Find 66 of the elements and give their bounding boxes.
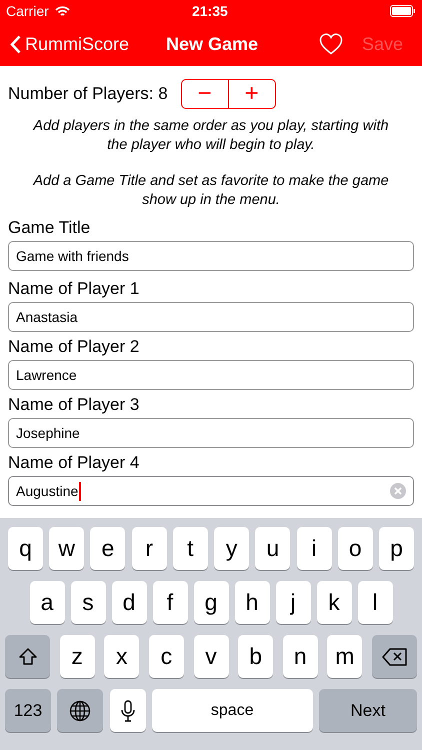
letter-key[interactable]: b [238,635,274,678]
letter-key[interactable]: x [104,635,140,678]
letter-key[interactable]: h [234,581,270,624]
globe-key[interactable] [57,689,104,732]
letter-key[interactable]: e [90,527,126,570]
globe-icon [69,700,92,722]
input-field[interactable]: Josephine [8,418,414,448]
shift-key[interactable] [5,635,50,678]
letter-key[interactable]: z [60,635,95,678]
input-field[interactable]: Lawrence [8,360,414,390]
field-label: Name of Player 3 [8,394,140,416]
increment-button[interactable]: + [228,80,275,108]
microphone-key[interactable] [110,689,146,732]
field-label: Name of Player 4 [8,452,140,474]
clock-time: 21:35 [190,2,229,20]
text-cursor [79,482,82,500]
letter-key[interactable]: d [112,581,146,624]
field-value: Anastasia [16,308,78,326]
letter-key[interactable]: r [132,527,167,570]
field-value: Lawrence [16,366,77,384]
chevron-left-icon [10,34,21,54]
space-key[interactable]: space [152,689,313,732]
battery-icon [390,5,416,17]
backspace-key[interactable] [372,635,417,678]
input-field[interactable]: Augustine [8,476,414,506]
heart-icon[interactable] [318,33,343,55]
letter-key[interactable]: k [316,581,352,624]
letter-key[interactable]: g [194,581,228,624]
letter-key[interactable]: t [172,527,208,570]
shift-icon [18,646,38,666]
letter-key[interactable]: q [8,527,43,570]
nav-title: New Game [166,32,258,56]
letter-key[interactable]: c [148,635,184,678]
field-label: Game Title [8,217,92,239]
letter-key[interactable]: w [49,527,84,570]
letter-key[interactable]: a [30,581,64,624]
decrement-button[interactable]: − [182,80,229,108]
input-field[interactable]: Anastasia [8,302,414,332]
carrier-label: Carrier [6,2,49,20]
wifi-icon [54,6,70,16]
letter-key[interactable]: n [282,635,318,678]
letter-key[interactable]: v [194,635,228,678]
next-key[interactable]: Next [319,689,417,732]
letter-key[interactable]: i [296,527,332,570]
backspace-icon [382,648,408,666]
input-field[interactable]: Game with friends [8,241,414,271]
letter-key[interactable]: o [338,527,373,570]
hint-text: Add players in the same order as you play, starting with the player who will begin to play. [32,117,390,155]
letter-key[interactable]: y [214,527,250,570]
letter-key[interactable]: l [358,581,392,624]
back-button[interactable]: RummiScore [10,30,130,58]
microphone-icon [120,700,134,722]
field-value: Augustine [16,482,78,501]
field-value: Josephine [16,424,80,443]
field-label: Name of Player 1 [8,278,140,300]
letter-key[interactable]: m [327,635,362,678]
letter-key[interactable]: j [276,581,310,624]
player-count-label: Number of Players: 8 [8,83,168,106]
letter-key[interactable]: s [70,581,106,624]
hint-text: Add a Game Title and set as favorite to make the game show up in the menu. [32,172,390,210]
field-value: Game with friends [16,246,129,266]
letter-key[interactable]: f [152,581,188,624]
letter-key[interactable]: p [378,527,414,570]
field-label: Name of Player 2 [8,336,140,358]
letter-key[interactable]: u [255,527,290,570]
numbers-key[interactable]: 123 [5,689,51,732]
